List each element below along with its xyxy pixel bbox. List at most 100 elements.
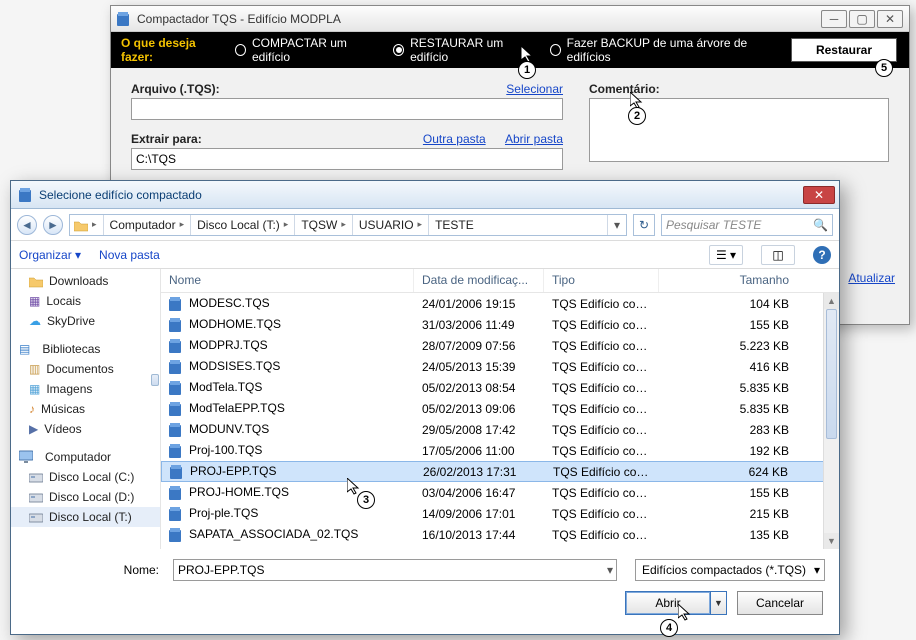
computer-icon	[19, 450, 33, 464]
breadcrumb-dropdown[interactable]: ▾	[607, 215, 626, 235]
crumb-t[interactable]: Disco Local (T:)▸	[191, 215, 295, 235]
dialog-toolbar: Organizar ▾ Nova pasta ☰ ▾ ◫ ?	[11, 241, 839, 269]
file-row[interactable]: ModTela.TQS05/02/2013 08:54TQS Edifício …	[161, 377, 839, 398]
file-row[interactable]: Proj-ple.TQS14/09/2006 17:01TQS Edifício…	[161, 503, 839, 524]
file-icon	[169, 507, 183, 521]
selecionar-link[interactable]: Selecionar	[506, 82, 563, 96]
search-icon: 🔍	[813, 218, 828, 232]
filename-input[interactable]	[173, 559, 617, 581]
crumb-tqsw[interactable]: TQSW▸	[295, 215, 353, 235]
view-menu-button[interactable]: ☰ ▾	[709, 245, 743, 265]
file-icon	[169, 339, 183, 353]
nav-pane: Downloads ▦Locais ☁SkyDrive ▤Bibliotecas…	[11, 269, 161, 549]
dialog-title: Selecione edifício compactado	[39, 188, 803, 202]
file-header[interactable]: Nome Data de modificaç... Tipo Tamanho	[161, 269, 839, 293]
close-button[interactable]: ✕	[877, 10, 903, 28]
nav-videos[interactable]: ▶Vídeos	[11, 419, 160, 439]
file-row[interactable]: ModTelaEPP.TQS05/02/2013 09:06TQS Edifíc…	[161, 398, 839, 419]
library-icon: ▤	[19, 342, 30, 356]
extrair-label: Extrair para:	[131, 132, 202, 146]
address-bar: ◄ ► ▸ Computador▸ Disco Local (T:)▸ TQSW…	[11, 209, 839, 241]
places-icon: ▦	[29, 294, 40, 308]
radio-restaurar-label: RESTAURAR um edifício	[410, 36, 531, 64]
nav-back-button[interactable]: ◄	[17, 215, 37, 235]
col-type: Tipo	[544, 269, 659, 292]
callout-2: 2	[628, 107, 646, 125]
crumb-teste[interactable]: TESTE	[429, 215, 480, 235]
cancel-button[interactable]: Cancelar	[737, 591, 823, 615]
nav-locais[interactable]: ▦Locais	[11, 291, 160, 311]
scrollbar[interactable]: ▲ ▼	[823, 293, 839, 549]
search-input[interactable]: Pesquisar TESTE 🔍	[661, 214, 833, 236]
crumb-computador[interactable]: Computador▸	[104, 215, 192, 235]
drive-icon	[29, 490, 43, 504]
file-row[interactable]: MODUNV.TQS29/05/2008 17:42TQS Edifício c…	[161, 419, 839, 440]
col-name: Nome	[161, 269, 414, 292]
nav-bibliotecas[interactable]: ▤Bibliotecas	[11, 339, 160, 359]
scroll-thumb[interactable]	[826, 309, 837, 439]
mode-bar: O que deseja fazer: COMPACTAR um edifíci…	[111, 32, 909, 68]
nav-musicas[interactable]: ♪Músicas	[11, 399, 160, 419]
radio-backup-label: Fazer BACKUP de uma árvore de edifícios	[567, 36, 773, 64]
outra-pasta-link[interactable]: Outra pasta	[423, 132, 486, 146]
filename-label: Nome:	[25, 563, 165, 577]
filename-dropdown-icon[interactable]: ▾	[607, 563, 613, 577]
crumb-usuario[interactable]: USUARIO▸	[353, 215, 429, 235]
file-row[interactable]: PROJ-HOME.TQS03/04/2006 16:47TQS Edifíci…	[161, 482, 839, 503]
atualizar-link[interactable]: Atualizar	[848, 271, 895, 285]
app-icon	[117, 12, 131, 26]
doc-icon: ▥	[29, 362, 40, 376]
file-row[interactable]: MODHOME.TQS31/03/2006 11:49TQS Edifício …	[161, 314, 839, 335]
file-dialog: Selecione edifício compactado ✕ ◄ ► ▸ Co…	[10, 180, 840, 635]
nav-forward-button[interactable]: ►	[43, 215, 63, 235]
abrir-pasta-link[interactable]: Abrir pasta	[505, 132, 563, 146]
file-icon	[169, 297, 183, 311]
open-button[interactable]: Abrir	[625, 591, 711, 615]
breadcrumb[interactable]: ▸ Computador▸ Disco Local (T:)▸ TQSW▸ US…	[69, 214, 627, 236]
window-title: Compactador TQS - Edifício MODPLA	[137, 12, 819, 26]
organizar-menu[interactable]: Organizar ▾	[19, 248, 81, 262]
arquivo-input[interactable]	[131, 98, 563, 120]
file-row[interactable]: Proj-100.TQS17/05/2006 11:00TQS Edifício…	[161, 440, 839, 461]
nav-documentos[interactable]: ▥Documentos	[11, 359, 160, 379]
nav-imagens[interactable]: ▦Imagens	[11, 379, 160, 399]
file-type-filter-label: Edifícios compactados (*.TQS)	[642, 563, 806, 577]
nav-disco-d[interactable]: Disco Local (D:)	[11, 487, 160, 507]
folder-icon	[74, 218, 88, 232]
nav-disco-t[interactable]: Disco Local (T:)	[11, 507, 160, 527]
file-row[interactable]: PROJ-EPP.TQS26/02/2013 17:31TQS Edifício…	[161, 461, 839, 482]
navpane-scroll-handle[interactable]	[151, 374, 159, 386]
radio-compactar-label: COMPACTAR um edifício	[252, 36, 375, 64]
refresh-button[interactable]: ↻	[633, 214, 655, 236]
open-split-button[interactable]: ▼	[711, 591, 727, 615]
file-icon	[169, 402, 183, 416]
radio-compactar[interactable]: COMPACTAR um edifício	[235, 36, 375, 64]
file-type-filter[interactable]: Edifícios compactados (*.TQS)▾	[635, 559, 825, 581]
dialog-close-button[interactable]: ✕	[803, 186, 835, 204]
nav-disco-c[interactable]: Disco Local (C:)	[11, 467, 160, 487]
radio-restaurar[interactable]: RESTAURAR um edifício	[393, 36, 532, 64]
file-icon	[169, 423, 183, 437]
preview-pane-button[interactable]: ◫	[761, 245, 795, 265]
minimize-button[interactable]: ─	[821, 10, 847, 28]
nav-skydrive[interactable]: ☁SkyDrive	[11, 311, 160, 331]
extrair-input[interactable]	[131, 148, 563, 170]
callout-1: 1	[518, 61, 536, 79]
titlebar: Compactador TQS - Edifício MODPLA ─ ▢ ✕	[111, 6, 909, 32]
search-placeholder: Pesquisar TESTE	[666, 218, 761, 232]
nav-downloads[interactable]: Downloads	[11, 271, 160, 291]
scroll-up-button[interactable]: ▲	[824, 293, 839, 309]
file-row[interactable]: MODPRJ.TQS28/07/2009 07:56TQS Edifício c…	[161, 335, 839, 356]
help-button[interactable]: ?	[813, 246, 831, 264]
nova-pasta-button[interactable]: Nova pasta	[99, 248, 160, 262]
file-row[interactable]: SAPATA_ASSOCIADA_02.TQS16/10/2013 17:44T…	[161, 524, 839, 545]
radio-backup[interactable]: Fazer BACKUP de uma árvore de edifícios	[550, 36, 773, 64]
maximize-button[interactable]: ▢	[849, 10, 875, 28]
cloud-icon: ☁	[29, 314, 41, 328]
nav-computador[interactable]: Computador	[11, 447, 160, 467]
file-icon	[169, 528, 183, 542]
music-icon: ♪	[29, 402, 35, 416]
scroll-down-button[interactable]: ▼	[824, 533, 839, 549]
file-row[interactable]: MODSISES.TQS24/05/2013 15:39TQS Edifício…	[161, 356, 839, 377]
file-row[interactable]: MODESC.TQS24/01/2006 19:15TQS Edifício c…	[161, 293, 839, 314]
